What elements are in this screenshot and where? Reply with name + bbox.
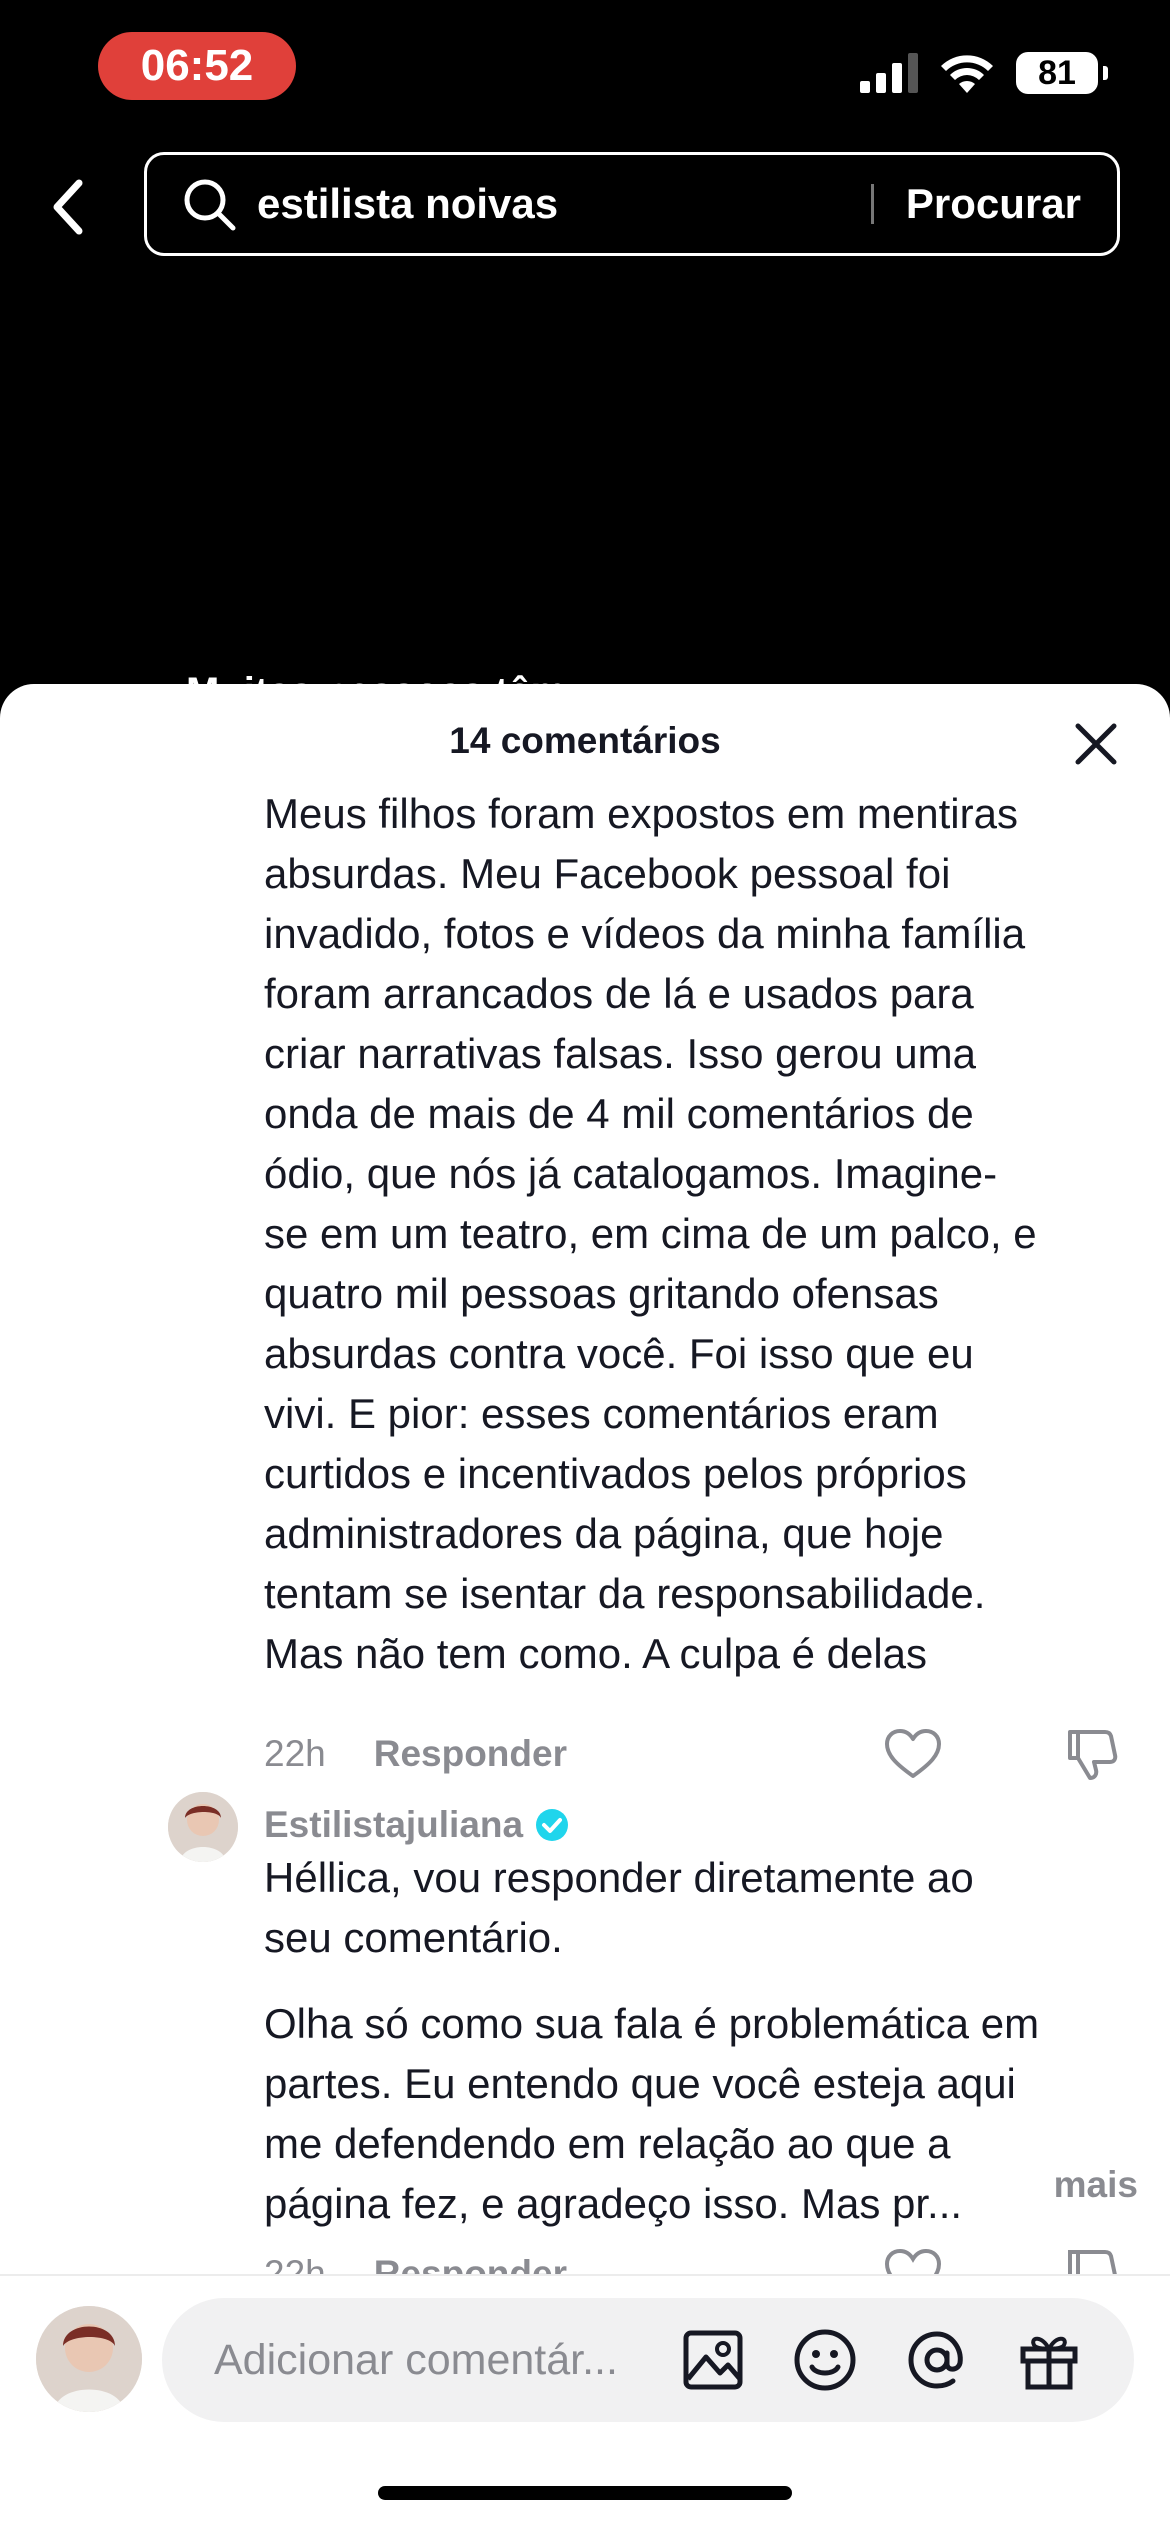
search-divider: [870, 184, 874, 224]
comment-text: Olha só como sua fala é problemática em …: [264, 1994, 1144, 2234]
avatar[interactable]: [168, 1792, 238, 1862]
avatar-image: [36, 2306, 142, 2412]
gift-icon[interactable]: [1016, 2327, 1082, 2393]
comment-input-placeholder: Adicionar comentár...: [214, 2335, 618, 2384]
comment-line: tentam se isentar da responsabilidade.: [264, 1570, 986, 1617]
back-button[interactable]: [40, 172, 96, 242]
comments-count-title: 14 comentários: [449, 720, 721, 761]
comment-line: Héllica, vou responder diretamente ao: [264, 1854, 974, 1901]
comment-line: vivi. E pior: esses comentários eram: [264, 1390, 939, 1437]
avatar-image: [168, 1792, 238, 1862]
wifi-icon: [941, 55, 993, 93]
comment-line: se em um teatro, em cima de um palco, e: [264, 1210, 1037, 1257]
comment-author[interactable]: Estilistajuliana: [264, 1804, 569, 1846]
comment-time: 22h: [264, 1733, 326, 1774]
reply-button[interactable]: Responder: [374, 1733, 567, 1775]
see-more-link[interactable]: mais: [1054, 2164, 1138, 2206]
comment-text: Meus filhos foram expostos em mentiras a…: [264, 784, 1144, 1684]
divider: [0, 2274, 1170, 2276]
username[interactable]: Estilistajuliana: [264, 1804, 523, 1846]
comment-line: página fez, e agradeço isso. Mas pr...: [264, 2180, 963, 2227]
comment-line: me defendendo em relação ao que a: [264, 2120, 951, 2167]
comment-text: Héllica, vou responder diretamente ao se…: [264, 1848, 1144, 1968]
status-time: 06:52: [98, 32, 296, 100]
close-icon[interactable]: [1070, 718, 1122, 770]
verified-badge-icon: [536, 1809, 569, 1841]
chevron-left-icon: [53, 179, 83, 235]
comment-line: ódio, que nós já catalogamos. Imagine-: [264, 1150, 998, 1197]
comment-line: curtidos e incentivados pelos próprios: [264, 1450, 967, 1497]
comment-line: partes. Eu entendo que você esteja aqui: [264, 2060, 1016, 2107]
dislike-icon[interactable]: [1064, 1726, 1120, 1782]
comment-line: Olha só como sua fala é problemática em: [264, 2000, 1040, 2047]
comment-line: administradores da página, que hoje: [264, 1510, 944, 1557]
comment-input[interactable]: Adicionar comentár...: [162, 2298, 1134, 2422]
search-input[interactable]: estilista noivas: [257, 180, 871, 228]
search-bar[interactable]: estilista noivas Procurar: [144, 152, 1120, 256]
comment-line: Mas não tem como. A culpa é delas: [264, 1630, 928, 1677]
comment-line: Meus filhos foram expostos em mentiras: [264, 790, 1018, 837]
signal-icon: [860, 53, 918, 93]
emoji-icon[interactable]: [792, 2327, 858, 2393]
comment-line: foram arrancados de lá e usados para: [264, 970, 974, 1017]
comment-line: seu comentário.: [264, 1914, 563, 1961]
home-indicator[interactable]: [378, 2486, 792, 2500]
comment-line: invadido, fotos e vídeos da minha famíli…: [264, 910, 1026, 957]
battery-icon: 81: [1016, 52, 1108, 94]
search-button[interactable]: Procurar: [906, 180, 1081, 228]
my-avatar[interactable]: [36, 2306, 142, 2412]
comment-line: quatro mil pessoas gritando ofensas: [264, 1270, 939, 1317]
mention-icon[interactable]: [904, 2327, 970, 2393]
comments-sheet: 14 comentários Meus filhos foram exposto…: [0, 684, 1170, 2532]
comment-line: onda de mais de 4 mil comentários de: [264, 1090, 974, 1137]
status-icons: 81: [860, 50, 1108, 96]
heart-icon[interactable]: [884, 1728, 942, 1780]
search-icon: [184, 179, 236, 231]
image-icon[interactable]: [680, 2327, 746, 2393]
comment-meta: 22h Responder: [264, 1724, 1144, 1784]
comment-line: criar narrativas falsas. Isso gerou uma: [264, 1030, 976, 1077]
comment-line: absurdas contra você. Foi isso que eu: [264, 1330, 974, 1377]
comment-line: absurdas. Meu Facebook pessoal foi: [264, 850, 951, 897]
